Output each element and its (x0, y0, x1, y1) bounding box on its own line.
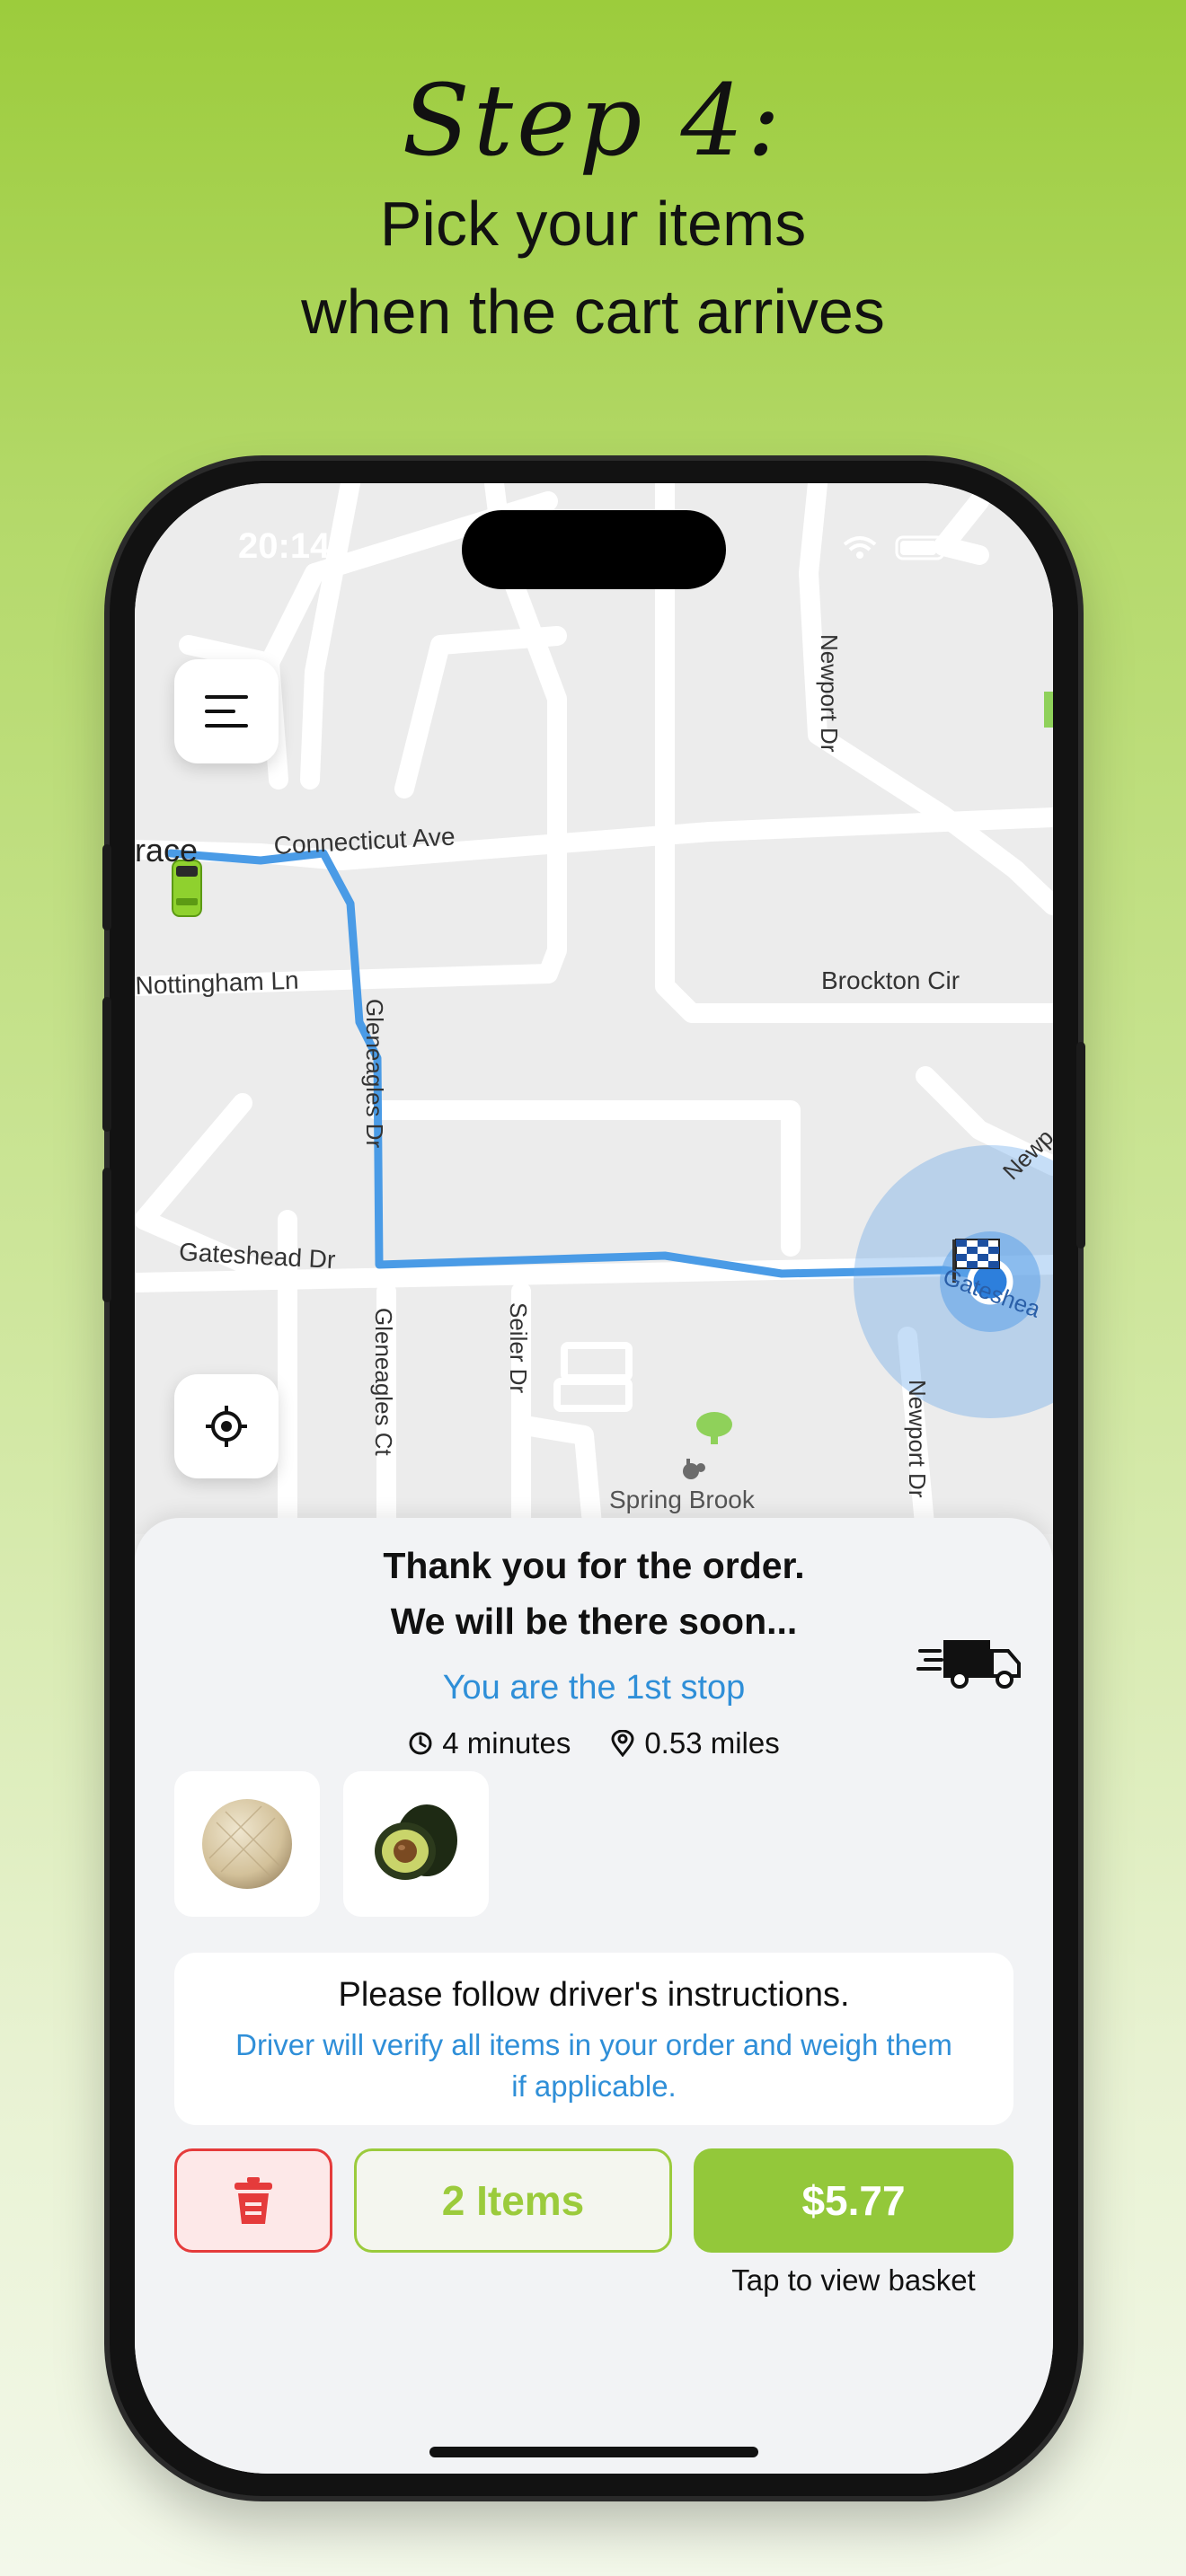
street-label-brockton: Brockton Cir (821, 966, 960, 994)
view-basket-hint: Tap to view basket (731, 2263, 976, 2297)
crosshair-locate-icon (206, 1406, 247, 1447)
avocado-image (375, 1804, 457, 1880)
cantaloupe-image (202, 1799, 292, 1889)
grocery-poi-icon (683, 1459, 705, 1479)
eta-item: 4 minutes (408, 1726, 571, 1760)
phone-power-button (1076, 1042, 1085, 1248)
menu-button[interactable] (174, 659, 279, 763)
order-item-thumb[interactable] (174, 1771, 320, 1917)
status-icons (843, 535, 945, 560)
hamburger-menu-icon (205, 695, 248, 728)
driver-instructions-title: Please follow driver's instructions. (338, 1976, 850, 2014)
clear-basket-button[interactable] (174, 2148, 332, 2253)
street-label-gleneagles-dr: Gleneagles Dr (361, 999, 388, 1149)
distance-item: 0.53 miles (610, 1726, 780, 1760)
map-view[interactable]: race Connecticut Ave Nottingham Ln Brock… (135, 483, 1053, 1534)
locate-me-button[interactable] (174, 1374, 279, 1478)
street-label-terrace: race (135, 832, 199, 869)
driver-instructions-body: Driver will verify all items in your ord… (235, 2028, 952, 2103)
home-indicator[interactable] (429, 2447, 758, 2457)
step-title: Step 4: (402, 63, 784, 178)
clock-icon (409, 1732, 432, 1755)
item-count-button[interactable]: 2 Items (354, 2148, 672, 2253)
thanks-line-1: Thank you for the order. (383, 1545, 805, 1586)
eta-value: 4 minutes (442, 1726, 571, 1760)
status-time: 20:14 (238, 526, 331, 566)
phone-volume-up (102, 997, 111, 1132)
thanks-line-2: We will be there soon... (390, 1601, 798, 1642)
distance-value: 0.53 miles (644, 1726, 780, 1760)
street-label-seiler: Seiler Dr (505, 1302, 532, 1394)
location-pin-icon (611, 1730, 634, 1757)
street-label-nottingham: Nottingham Ln (135, 966, 300, 1000)
view-basket-price-button[interactable]: $5.77 (694, 2148, 1013, 2253)
phone-action-button (102, 844, 111, 931)
driver-instructions-card: Please follow driver's instructions. Dri… (174, 1953, 1013, 2125)
street-label-newport-top: Newport Dr (816, 634, 843, 753)
street-label-gleneagles-ct: Gleneagles Ct (370, 1308, 397, 1456)
headline-line-2: when the cart arrives (301, 277, 885, 347)
eta-row: 4 minutes 0.53 miles (135, 1726, 1053, 1760)
headline-line-1: Pick your items (379, 189, 807, 259)
stop-position-text: You are the 1st stop (442, 1669, 746, 1707)
street-label-newport-bottom: Newport Dr (904, 1380, 931, 1498)
phone-volume-down (102, 1168, 111, 1302)
poi-label-spring-brook: Spring Brook (609, 1486, 755, 1513)
order-item-thumb[interactable] (343, 1771, 489, 1917)
park-tree-icon (696, 1412, 732, 1444)
order-status-sheet: Thank you for the order. We will be ther… (135, 1518, 1053, 2474)
phone-screen: race Connecticut Ave Nottingham Ln Brock… (135, 483, 1053, 2474)
trash-icon (235, 2177, 272, 2224)
dynamic-island (462, 510, 726, 589)
